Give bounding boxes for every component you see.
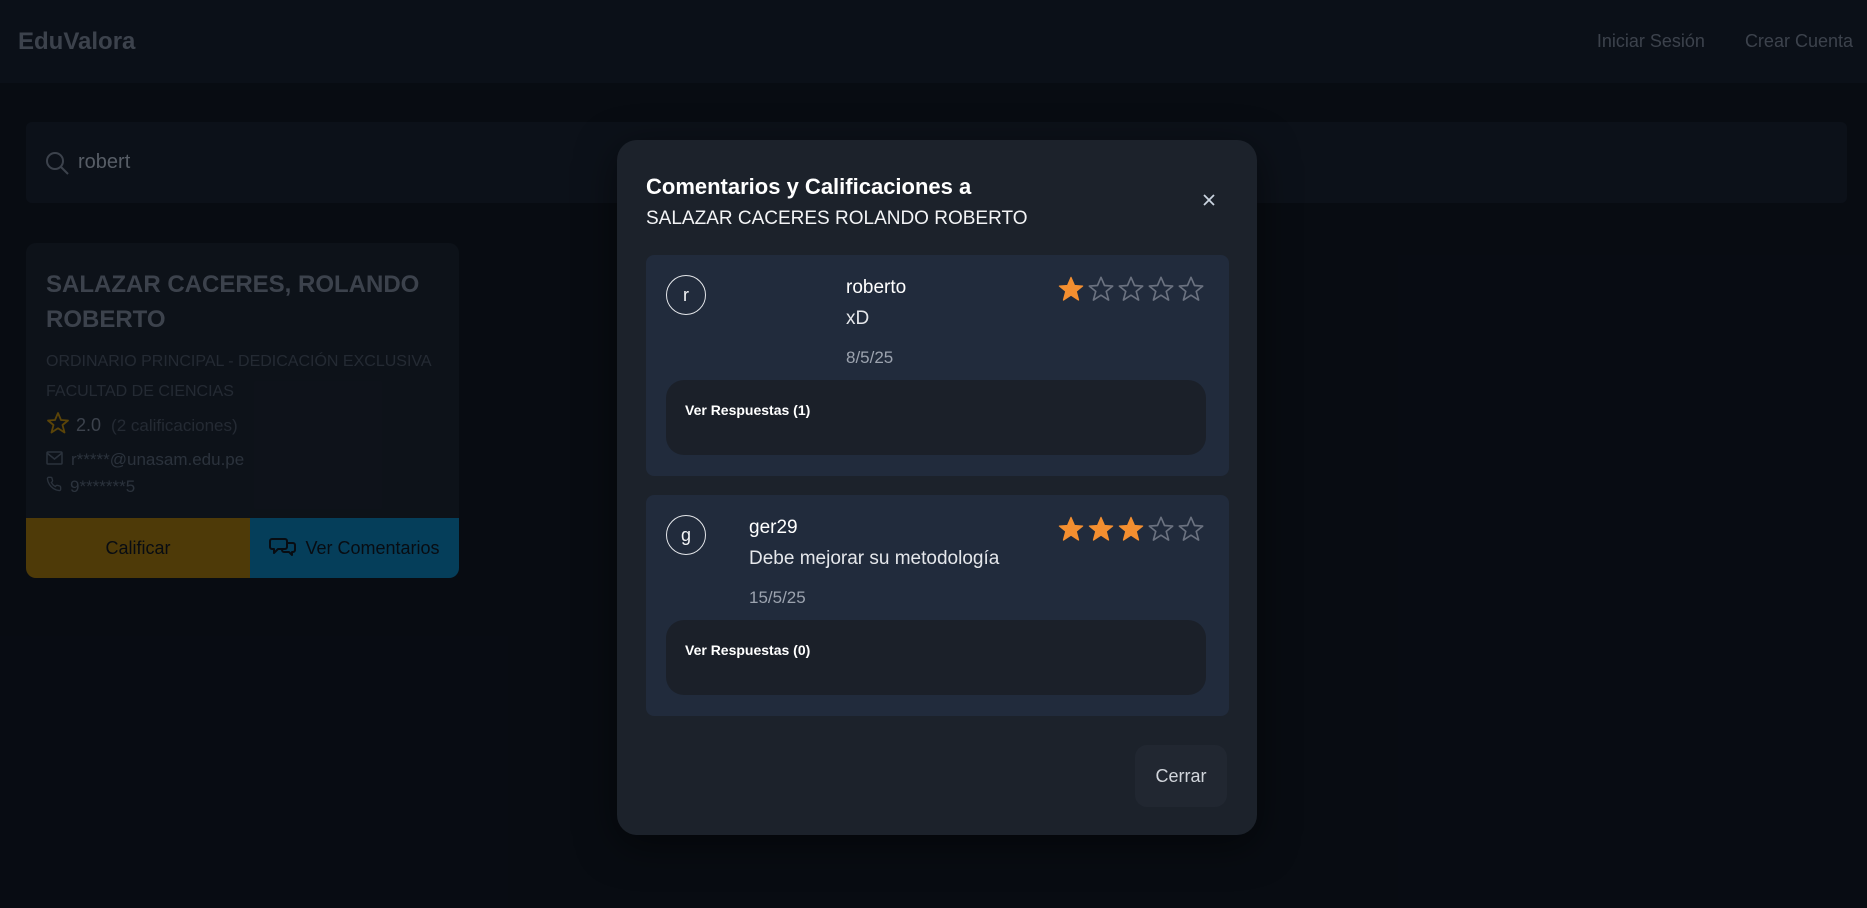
star-empty-icon [1088,276,1114,301]
comment-user: ger29 [749,517,798,538]
comment-date: 8/5/25 [846,348,894,367]
star-rating [1057,275,1205,303]
star-empty-icon [1118,276,1144,301]
star-empty-icon [1148,276,1174,301]
view-replies-label: Ver Respuestas (1) [685,402,811,418]
star-empty-icon [1148,516,1174,541]
modal-title: Comentarios y Calificaciones a [646,174,972,199]
star-filled-icon [1058,516,1084,541]
modal-subtitle: SALAZAR CACERES ROLANDO ROBERTO [646,208,1028,229]
comment-text: xD [846,308,870,329]
close-icon[interactable] [1197,188,1221,212]
star-empty-icon [1178,516,1204,541]
comment-text: Debe mejorar su metodología [749,548,1000,569]
avatar: r [666,275,706,315]
star-empty-icon [1178,276,1204,301]
comment-item: r roberto xD 8/5/25 Ver Respuestas (1) [646,255,1229,476]
avatar: g [666,515,706,555]
view-replies-label: Ver Respuestas (0) [685,642,811,658]
comment-item: g ger29 Debe mejorar su metodología 15/5… [646,495,1229,716]
close-button[interactable]: Cerrar [1135,745,1227,807]
star-rating [1057,515,1205,543]
view-replies-button[interactable]: Ver Respuestas (1) [666,380,1206,455]
star-filled-icon [1058,276,1084,301]
comment-user: roberto [846,277,907,298]
star-filled-icon [1088,516,1114,541]
star-filled-icon [1118,516,1144,541]
comments-modal: Comentarios y Calificaciones a SALAZAR C… [617,140,1257,835]
view-replies-button[interactable]: Ver Respuestas (0) [666,620,1206,695]
comment-date: 15/5/25 [749,588,806,607]
